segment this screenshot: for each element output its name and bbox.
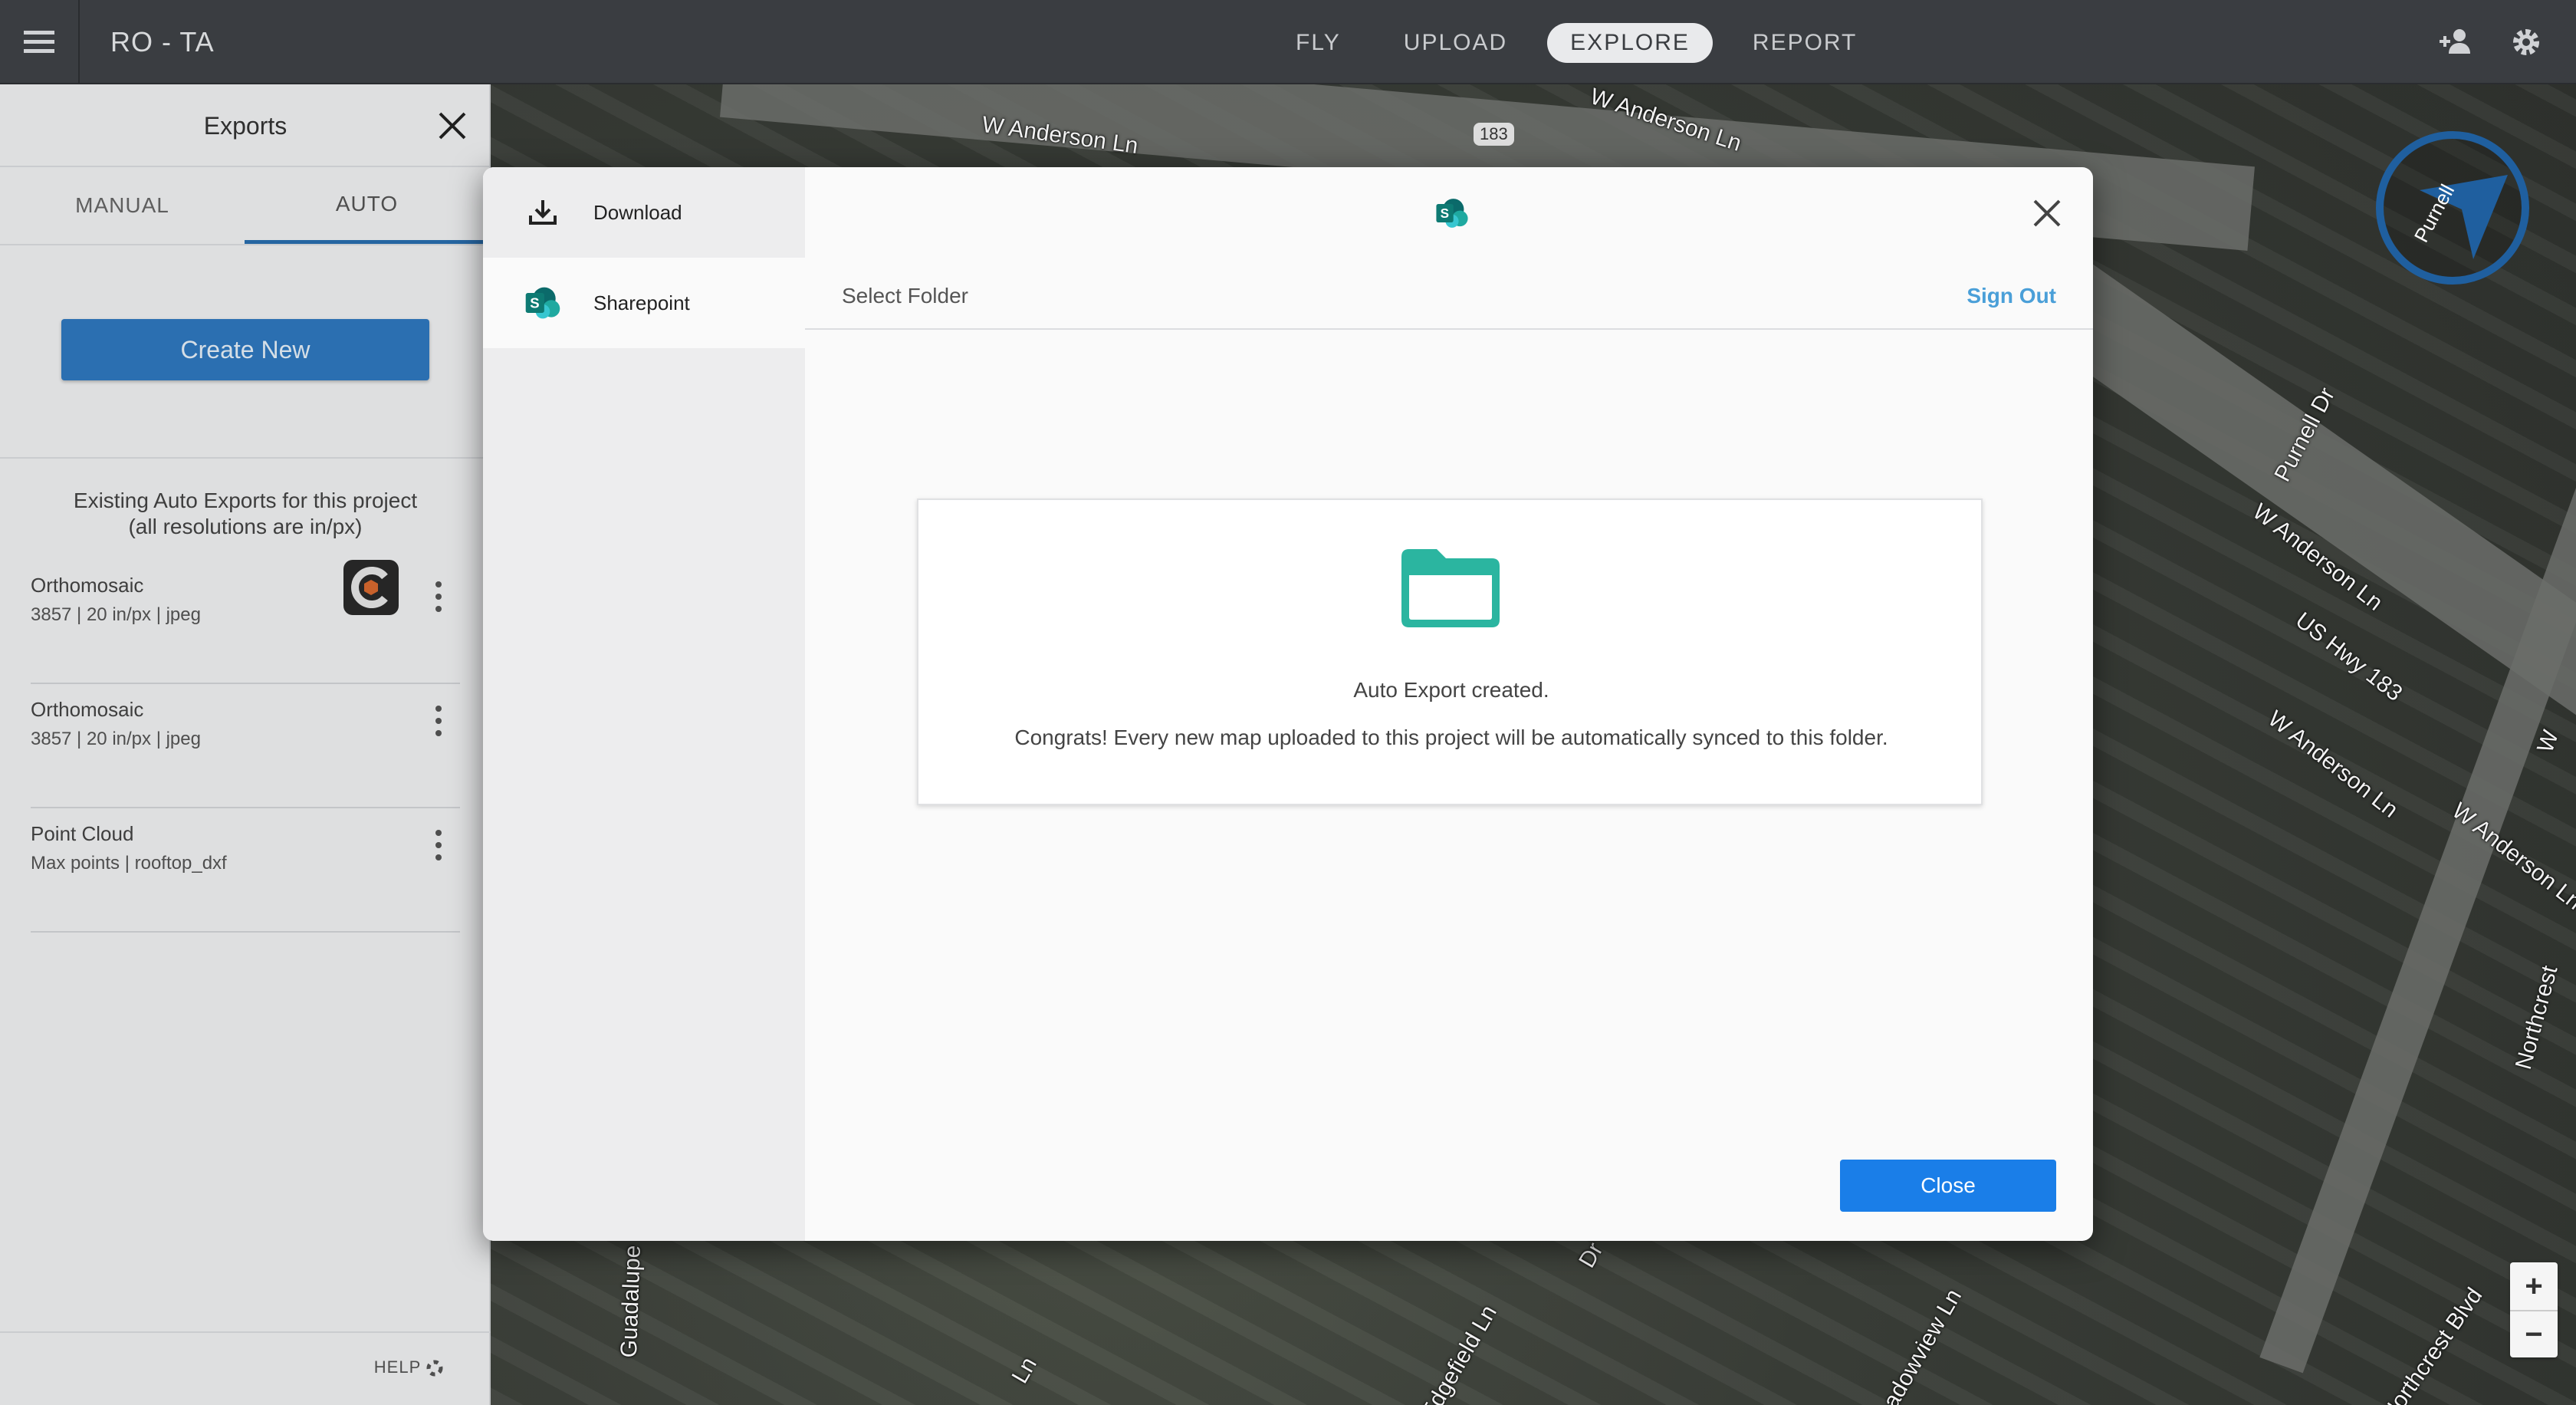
success-title: Auto Export created. [1353,678,1549,702]
sharepoint-icon: S [1436,199,1468,228]
tab-upload[interactable]: UPLOAD [1381,23,1530,63]
street-label: W [2532,726,2564,756]
divider [805,328,2093,330]
zoom-control: + − [2510,1262,2558,1357]
tab-explore[interactable]: EXPLORE [1547,23,1713,63]
zoom-out-button[interactable]: − [2510,1310,2558,1357]
svg-text:S: S [1441,206,1449,221]
top-bar: RO - TA FLY UPLOAD EXPLORE REPORT [0,0,2576,84]
success-card: Auto Export created. Congrats! Every new… [917,498,1983,805]
highway-shield: 183 [1474,123,1514,146]
sign-out-link[interactable]: Sign Out [1967,284,2056,308]
close-button[interactable]: Close [1840,1160,2056,1212]
app-title: RO - TA [110,26,215,58]
hamburger-icon [24,31,54,53]
svg-text:S: S [530,295,539,311]
street-label: Ln [1007,1353,1042,1388]
sidebar-item-sharepoint[interactable]: S Sharepoint [483,258,805,348]
street-label: Northcrest Blvd [2376,1283,2488,1405]
sidebar-item-download[interactable]: Download [483,167,805,258]
download-icon [523,192,563,232]
menu-button[interactable] [0,0,80,84]
street-label: W Anderson Ln [2262,706,2403,823]
dialog-content: S Select Folder Sign Out Auto Export cre… [805,167,2093,1241]
gear-icon[interactable] [2507,23,2545,61]
street-label: Edgefield Ln [1415,1301,1502,1405]
tab-fly[interactable]: FLY [1273,23,1364,63]
street-label: Meadowview Ln [1862,1285,1967,1405]
compass-icon[interactable]: Purnell [2374,129,2532,287]
select-folder-label: Select Folder [842,284,968,308]
export-dialog: Download S Sharepoint S Select Folder Si… [483,167,2093,1241]
street-label: US Hwy 183 [2290,607,2407,706]
sidebar-item-label: Download [593,200,682,224]
street-label: Guadalupe [616,1245,646,1358]
sidebar-item-label: Sharepoint [593,291,690,314]
sharepoint-icon: S [523,283,563,323]
street-label: Northcrest [2510,962,2563,1072]
folder-icon [1401,549,1500,627]
panel-dim-overlay [0,84,491,1405]
close-icon[interactable] [2032,198,2062,229]
main-nav: FLY UPLOAD EXPLORE REPORT [1273,23,1880,63]
add-user-icon[interactable] [2438,23,2476,61]
dialog-sidebar: Download S Sharepoint [483,167,805,1241]
top-icons [2438,23,2545,61]
success-message: Congrats! Every new map uploaded to this… [1014,726,1888,749]
street-label: Dr [1574,1238,1608,1272]
zoom-in-button[interactable]: + [2510,1262,2558,1310]
tab-report[interactable]: REPORT [1730,23,1880,63]
